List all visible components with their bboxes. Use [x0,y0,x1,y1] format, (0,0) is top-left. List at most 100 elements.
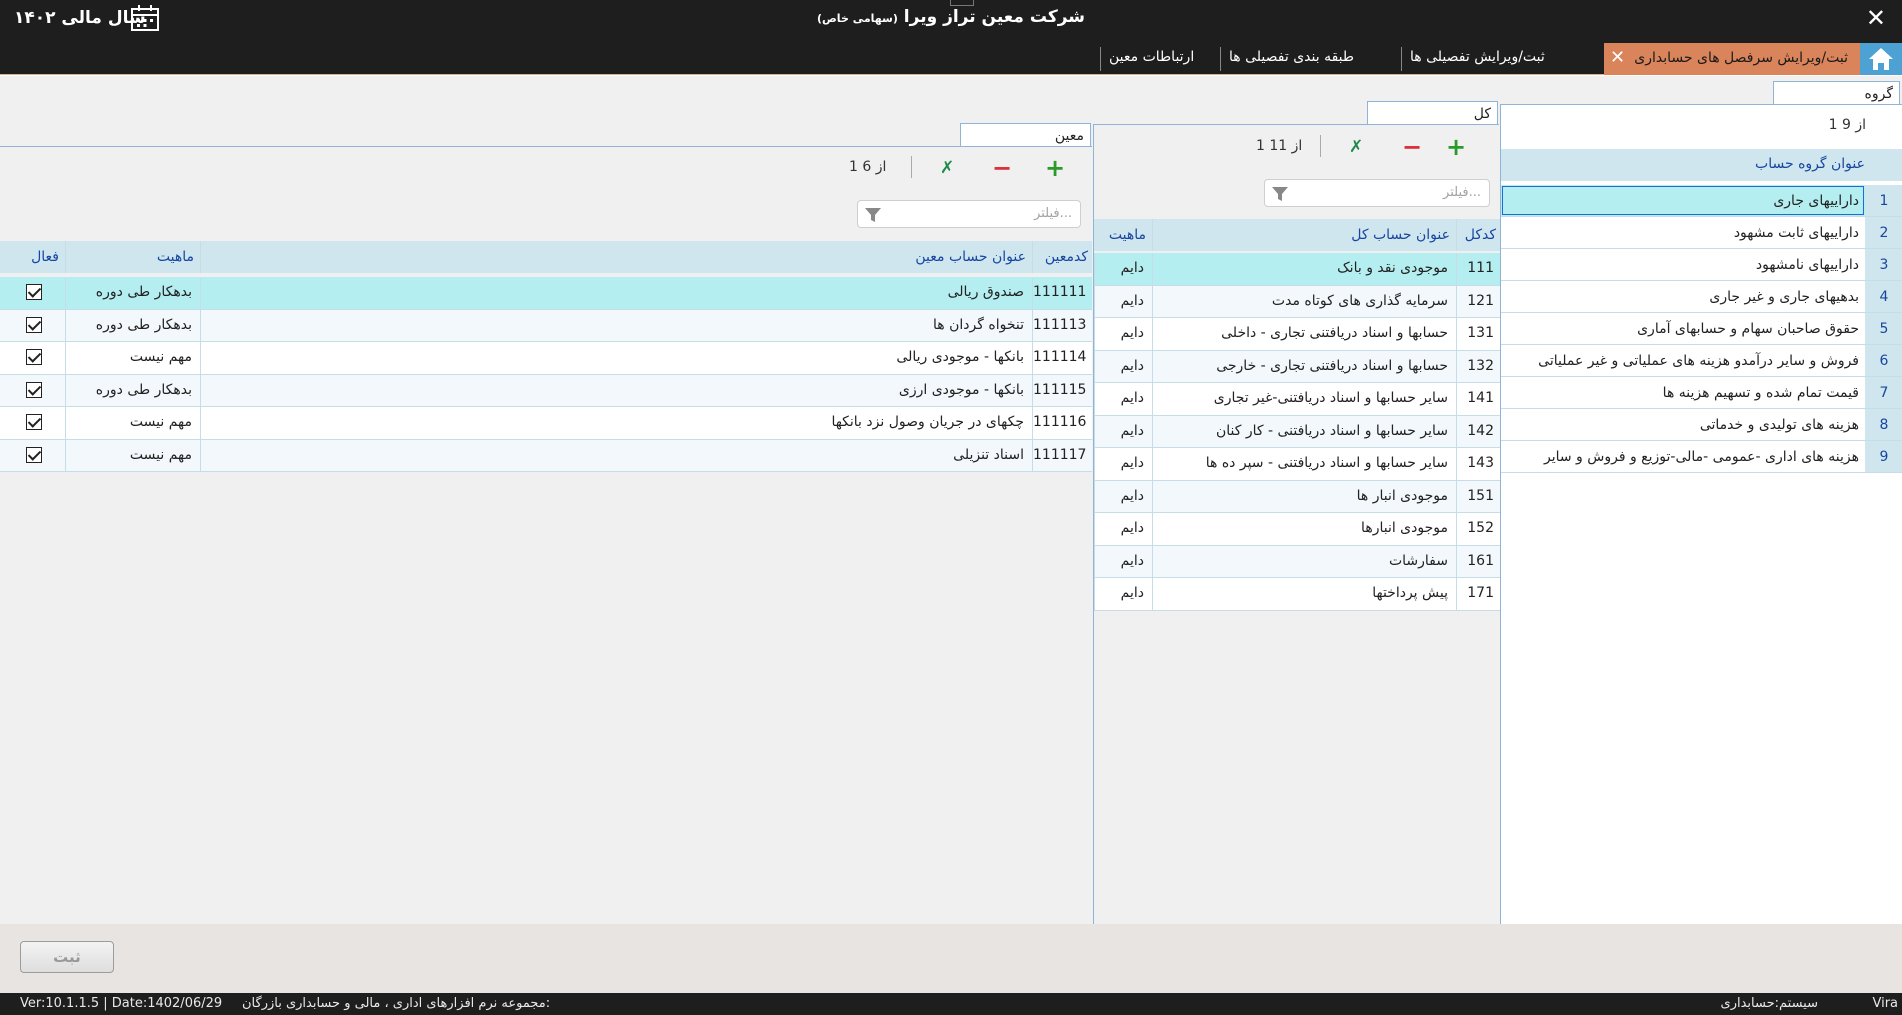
group-row-number: 7 [1865,377,1902,408]
kol-table-header: کدکل عنوان حساب کل ماهیت [1094,219,1500,251]
moein-row[interactable]: 111115 بانکها - موجودی ارزی بدهکار طی دوره [0,374,1092,407]
group-row[interactable]: 9 هزینه های اداری -عمومی -مالی-توزیع و فر… [1501,441,1902,473]
status-brand: Vira [1872,996,1898,1011]
kol-row-nature: دایم [1094,318,1152,350]
group-row-number: 3 [1865,249,1902,280]
home-button[interactable] [1860,43,1902,75]
kol-remove-button[interactable]: − [1402,135,1422,159]
active-checkbox[interactable] [26,316,42,333]
group-table: 1 داراییهای جاری 2 داراییهای ثابت مشهود 3 دار… [1501,185,1902,473]
group-row-number: 2 [1865,217,1902,248]
kol-excel-export-icon[interactable]: ✗ [1349,137,1363,157]
kol-row-title: موجودی انبار ها [1152,480,1456,512]
kol-row-title: حسابها و اسناد دریافتنی تجاری - داخلی [1152,318,1456,350]
tab-edit-details[interactable]: ثبت/ویرایش تفصیلی ها [1401,47,1549,71]
group-row-title: فروش و سایر درآمدو هزینه های عملیاتی و غ… [1538,353,1859,369]
kol-row-nature: دایم [1094,578,1152,610]
active-checkbox[interactable] [26,284,42,300]
kol-row[interactable]: 141 سایر حسابها و اسناد دریافتنی-غیر تجار… [1094,383,1500,416]
status-suite: مجموعه نرم افزارهای اداری ، مالی و حسابد… [242,996,551,1011]
kol-row[interactable]: 161 سفارشات دایم [1094,545,1500,578]
moein-row-active [0,310,65,342]
kol-row[interactable]: 132 حسابها و اسناد دریافتنی تجاری - خارجی… [1094,350,1500,383]
kol-row-title: سفارشات [1152,545,1456,577]
moein-row-active [0,375,65,407]
group-row[interactable]: 1 داراییهای جاری [1501,185,1902,217]
moein-row[interactable]: 111114 بانکها - موجودی ریالی مهم نیست [0,342,1092,375]
kol-row[interactable]: 142 سایر حسابها و اسناد دریافتنی - کار کن… [1094,415,1500,448]
moein-row[interactable]: 111111 صندوق ریالی بدهکار طی دوره [0,277,1092,310]
group-table-header: عنوان گروه حساب [1501,149,1902,181]
moein-filter-input[interactable]: فیلتر... [857,200,1081,228]
kol-row[interactable]: 131 حسابها و اسناد دریافتنی تجاری - داخلی… [1094,318,1500,351]
group-row[interactable]: 3 داراییهای نامشهود [1501,249,1902,281]
title-bar: ✕ شرکت معین تراز ویرا (سهامی خاص) سال ما… [0,0,1902,38]
moein-row-active [0,277,65,309]
active-checkbox[interactable] [26,414,42,430]
footer-area [0,924,1902,993]
active-checkbox[interactable] [26,446,42,463]
group-panel: 1 از 9 عنوان گروه حساب 1 داراییهای جاری 2 د… [1500,104,1902,924]
status-version: Ver:10.1.1.5 | Date:1402/06/29 [20,996,223,1011]
kol-row-nature: دایم [1094,513,1152,545]
group-row[interactable]: 2 داراییهای ثابت مشهود [1501,217,1902,249]
tab-group[interactable]: گروه [1773,81,1900,105]
kol-row[interactable]: 143 سایر حسابها و اسناد دریافتنی - سپر ده… [1094,448,1500,481]
kol-row-title: سایر حسابها و اسناد دریافتنی - کار کنان [1152,415,1456,447]
kol-row-title: سایر حسابها و اسناد دریافتنی-غیر تجاری [1152,383,1456,415]
tab-moein-relations[interactable]: ارتباطات معین [1100,47,1197,71]
moein-row-code: 111117 [1032,439,1092,471]
tab-detail-categories[interactable]: طبقه بندی تفصیلی ها [1220,47,1370,71]
kol-row[interactable]: 152 موجودی انبارها دایم [1094,513,1500,546]
moein-code-header: کدمعین [1032,241,1092,273]
kol-row-nature: دایم [1094,350,1152,382]
kol-row[interactable]: 111 موجودی نقد و بانک دایم [1094,253,1500,286]
moein-table: 111111 صندوق ریالی بدهکار طی دوره 111113 تنخ… [0,277,1092,472]
tab-moein[interactable]: معین [960,123,1091,147]
kol-row-code: 151 [1456,480,1500,512]
moein-active-header: فعال [31,249,59,265]
moein-row-nature: مهم نیست [65,439,200,471]
kol-row-nature: دایم [1094,545,1152,577]
group-row-number: 5 [1865,313,1902,344]
moein-excel-export-icon[interactable]: ✗ [940,158,954,178]
moein-row-code: 111113 [1032,309,1092,341]
kol-row-nature: دایم [1094,253,1152,285]
moein-row[interactable]: 111116 چکهای در جریان وصول نزد بانکها مهم … [0,407,1092,440]
kol-row[interactable]: 151 موجودی انبار ها دایم [1094,480,1500,513]
kol-row-code: 111 [1456,253,1500,285]
tab-accounts-headings[interactable]: ثبت/ویرایش سرفصل های حسابداری ✕ [1604,43,1860,75]
kol-row-title: موجودی انبارها [1152,513,1456,545]
moein-row-code: 111116 [1032,407,1092,439]
moein-nature-header: ماهیت [65,241,200,273]
close-tab-icon[interactable]: ✕ [1610,47,1625,68]
moein-row[interactable]: 111113 تنخواه گردان ها بدهکار طی دوره [0,309,1092,342]
kol-row-nature: دایم [1094,285,1152,317]
group-row[interactable]: 5 حقوق صاحبان سهام و حسابهای آماری [1501,313,1902,345]
moein-add-button[interactable]: + [1045,156,1065,180]
window-title: شرکت معین تراز ویرا (سهامی خاص) [816,7,1086,27]
moein-row[interactable]: 111117 اسناد تنزیلی مهم نیست [0,439,1092,472]
moein-row-code: 111115 [1032,374,1092,406]
active-checkbox[interactable] [26,381,42,398]
moein-row-nature: بدهکار طی دوره [65,309,200,341]
moein-row-code: 111111 [1032,277,1092,309]
tab-kol[interactable]: کل [1367,101,1498,125]
kol-row[interactable]: 121 سرمایه گذاری های کوتاه مدت دایم [1094,285,1500,318]
group-row[interactable]: 6 فروش و سایر درآمدو هزینه های عملیاتی و … [1501,345,1902,377]
group-row[interactable]: 4 بدهیهای جاری و غیر جاری [1501,281,1902,313]
save-button[interactable]: ثبت [20,941,114,973]
moein-row-title: اسناد تنزیلی [200,439,1032,471]
home-icon [1869,48,1893,70]
group-row[interactable]: 8 هزینه های تولیدی و خدماتی [1501,409,1902,441]
group-row-title: بدهیهای جاری و غیر جاری [1709,289,1859,305]
group-row-title: هزینه های تولیدی و خدماتی [1699,417,1859,433]
moein-remove-button[interactable]: − [992,156,1012,180]
kol-add-button[interactable]: + [1446,135,1466,159]
kol-row[interactable]: 171 پیش پرداختها دایم [1094,578,1500,611]
kol-filter-input[interactable]: فیلتر... [1264,179,1490,207]
active-checkbox[interactable] [26,349,42,365]
group-row[interactable]: 7 قیمت تمام شده و تسهیم هزینه ها [1501,377,1902,409]
moein-panel: + − ✗ 1 از 6 فیلتر... کدمعین عنوان حساب … [0,146,1092,924]
moein-table-header: کدمعین عنوان حساب معین ماهیت فعال [0,241,1092,273]
